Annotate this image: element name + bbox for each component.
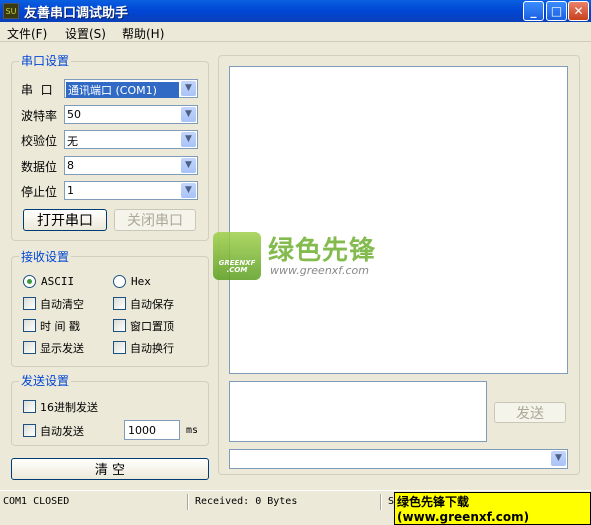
menu-settings[interactable]: 设置(S) bbox=[65, 25, 106, 42]
option-checkbox[interactable] bbox=[23, 319, 36, 332]
menu-file[interactable]: 文件(F) bbox=[7, 25, 47, 42]
hex-send-checkbox[interactable] bbox=[23, 400, 36, 413]
menu-bar: 文件(F) 设置(S) 帮助(H) bbox=[0, 22, 591, 42]
chevron-down-icon[interactable]: ▼ bbox=[551, 451, 566, 466]
close-button[interactable]: ✕ bbox=[568, 1, 589, 21]
field-combo[interactable]: 1 ▼ bbox=[64, 181, 198, 200]
title-bar: SU 友善串口调试助手 _ □ ✕ bbox=[0, 0, 591, 22]
option-checkbox[interactable] bbox=[23, 341, 36, 354]
auto-send-label: 自动发送 bbox=[40, 425, 84, 438]
interval-input[interactable]: 1000 bbox=[124, 420, 180, 440]
watermark-banner: 绿色先锋下载(www.greenxf.com) bbox=[394, 492, 591, 525]
option-checkbox[interactable] bbox=[113, 319, 126, 332]
field-combo[interactable]: 50 ▼ bbox=[64, 104, 198, 124]
option-label: 时 间 戳 bbox=[40, 320, 80, 333]
watermark-brand: 绿色先锋 bbox=[268, 236, 377, 266]
option-label: 自动换行 bbox=[130, 342, 174, 355]
field-combo[interactable]: 通讯端口 (COM1) ▼ bbox=[64, 79, 198, 98]
hex-label: Hex bbox=[131, 275, 151, 288]
minimize-button[interactable]: _ bbox=[523, 1, 544, 21]
send-history-combo[interactable]: ▼ bbox=[229, 449, 568, 469]
send-settings-title: 发送设置 bbox=[19, 372, 72, 389]
option-label: 窗口置顶 bbox=[130, 320, 174, 333]
option-checkbox[interactable] bbox=[113, 297, 126, 310]
field-value: 1 bbox=[67, 184, 74, 197]
option-label: 显示发送 bbox=[40, 342, 84, 355]
field-value: 50 bbox=[67, 107, 81, 121]
option-label: 自动清空 bbox=[40, 298, 84, 311]
option-checkbox[interactable] bbox=[23, 297, 36, 310]
port-status: COM1 CLOSED bbox=[3, 496, 70, 507]
ascii-label: ASCII bbox=[41, 275, 75, 288]
field-value: 通讯端口 (COM1) bbox=[66, 82, 179, 98]
watermark-logo: GREENXF .COM bbox=[213, 232, 261, 280]
hex-send-label: 16进制发送 bbox=[40, 401, 98, 414]
chevron-down-icon[interactable]: ▼ bbox=[181, 81, 196, 96]
interval-value: 1000 bbox=[128, 424, 156, 437]
status-bar: COM1 CLOSED Received: 0 Bytes S 绿色先锋下载(w… bbox=[0, 490, 591, 525]
chevron-down-icon[interactable]: ▼ bbox=[181, 132, 196, 147]
status-divider bbox=[187, 494, 189, 510]
field-value: 无 bbox=[67, 135, 78, 148]
receive-settings-title: 接收设置 bbox=[19, 248, 72, 265]
field-combo[interactable]: 无 ▼ bbox=[64, 130, 198, 149]
hex-radio[interactable] bbox=[113, 275, 126, 288]
field-value: 8 bbox=[67, 158, 74, 172]
field-label: 校验位 bbox=[21, 134, 58, 148]
serial-settings-title: 串口设置 bbox=[19, 52, 72, 69]
field-label: 波特率 bbox=[21, 108, 58, 123]
chevron-down-icon[interactable]: ▼ bbox=[181, 106, 196, 122]
window-title: 友善串口调试助手 bbox=[24, 6, 129, 21]
interval-unit: ms bbox=[186, 425, 199, 436]
menu-help[interactable]: 帮助(H) bbox=[122, 25, 164, 42]
status-divider bbox=[380, 494, 382, 510]
receive-textarea[interactable] bbox=[229, 66, 568, 374]
received-count: Received: 0 Bytes bbox=[195, 496, 298, 507]
option-label: 自动保存 bbox=[130, 298, 174, 311]
maximize-button[interactable]: □ bbox=[546, 1, 567, 21]
send-button[interactable]: 发送 bbox=[494, 402, 566, 423]
send-textarea[interactable] bbox=[229, 381, 487, 442]
field-label: 串 口 bbox=[21, 83, 53, 97]
app-icon: SU bbox=[3, 3, 19, 19]
field-label: 停止位 bbox=[21, 185, 58, 199]
chevron-down-icon[interactable]: ▼ bbox=[181, 157, 196, 173]
open-port-button[interactable]: 打开串口 bbox=[23, 209, 107, 231]
ascii-radio[interactable] bbox=[23, 275, 36, 288]
close-port-button[interactable]: 关闭串口 bbox=[114, 209, 196, 231]
watermark-url: www.greenxf.com bbox=[270, 264, 369, 277]
field-label: 数据位 bbox=[21, 159, 58, 174]
field-combo[interactable]: 8 ▼ bbox=[64, 155, 198, 175]
option-checkbox[interactable] bbox=[113, 341, 126, 354]
clear-button[interactable]: 清 空 bbox=[11, 458, 209, 480]
auto-send-checkbox[interactable] bbox=[23, 424, 36, 437]
chevron-down-icon[interactable]: ▼ bbox=[181, 183, 196, 198]
